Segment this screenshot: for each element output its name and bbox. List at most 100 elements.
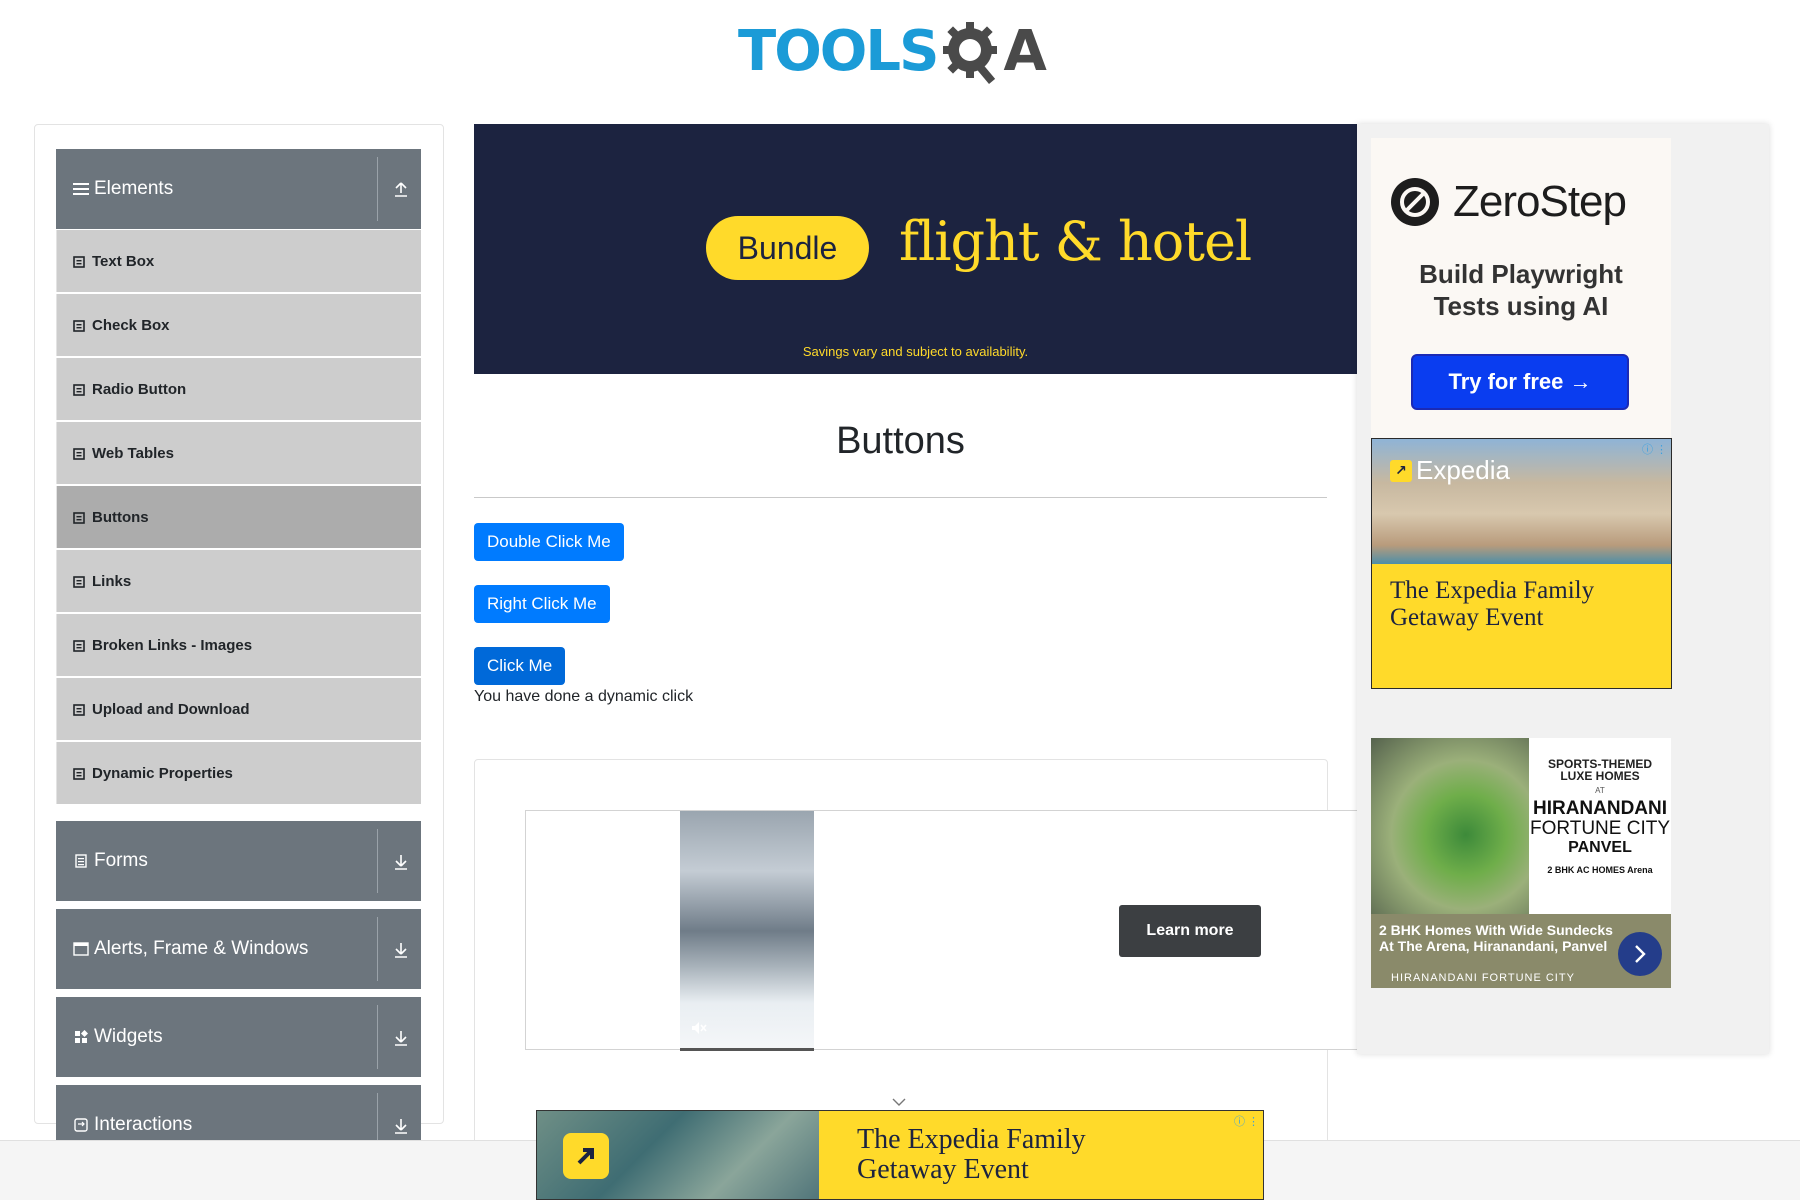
menu-item-icon [73, 575, 85, 588]
left-panel: Elements Text Box Check Box Radio Button… [34, 124, 444, 1165]
group-header-alerts[interactable]: Alerts, Frame & Windows [56, 909, 421, 989]
menu-item-icon [73, 511, 85, 524]
expedia-logo-icon: ↗ [1390, 459, 1412, 482]
zerostep-logo: ZeroStep [1389, 176, 1627, 228]
menu-item-label: Text Box [92, 252, 155, 270]
menu-item-label: Dynamic Properties [92, 764, 233, 782]
menu-item-label: Broken Links - Images [92, 636, 253, 654]
menu-item-label: Check Box [92, 316, 170, 334]
menu-item-label: Buttons [92, 508, 149, 526]
collapse-arrow-icon[interactable] [391, 179, 411, 199]
group-header-elements[interactable]: Elements [56, 149, 421, 229]
dynamic-click-message: You have done a dynamic click [474, 688, 694, 705]
menu-item-check-box[interactable]: Check Box [56, 294, 421, 356]
menu-item-icon [73, 319, 85, 332]
bottom-ad-headline: The Expedia Family Getaway Event [857, 1125, 1086, 1185]
form-icon [72, 854, 90, 868]
hiranandani-sports-2: LUXE HOMES [1560, 769, 1640, 783]
mute-icon[interactable] [690, 1019, 708, 1037]
group-header-forms[interactable]: Forms [56, 821, 421, 901]
expand-arrow-icon[interactable] [391, 1115, 411, 1135]
video-ad[interactable]: Learn more [525, 810, 1362, 1051]
site-header: TOOLS A [0, 0, 1800, 100]
interactions-icon [72, 1118, 90, 1132]
next-arrow-button[interactable] [1618, 932, 1662, 976]
group-elements: Elements Text Box Check Box Radio Button… [56, 149, 421, 806]
hiranandani-at: AT [1595, 786, 1605, 795]
expedia-logo-icon [563, 1133, 609, 1179]
bottom-ad-line-2: Getaway Event [857, 1154, 1029, 1185]
group-forms: Forms [56, 821, 421, 901]
hiranandani-side-panel: SPORTS-THEMED LUXE HOMES AT HIRANANDANI … [1529, 738, 1671, 914]
menu-item-upload-download[interactable]: Upload and Download [56, 678, 421, 740]
banner-ad[interactable]: Bundle flight & hotel Savings vary and s… [474, 124, 1357, 374]
zerostep-tagline-1: Build Playwright [1419, 259, 1623, 289]
menu-item-web-tables[interactable]: Web Tables [56, 422, 421, 484]
toolsqa-logo[interactable]: TOOLS A [738, 12, 1047, 92]
group-alerts: Alerts, Frame & Windows [56, 909, 421, 989]
double-click-button[interactable]: Double Click Me [474, 523, 624, 561]
chevron-down-icon[interactable] [892, 1097, 906, 1107]
menu-item-text-box[interactable]: Text Box [56, 230, 421, 292]
group-header-widgets[interactable]: Widgets [56, 997, 421, 1077]
menu-item-radio-button[interactable]: Radio Button [56, 358, 421, 420]
zerostep-tagline: Build Playwright Tests using AI [1371, 258, 1671, 322]
learn-more-button[interactable]: Learn more [1119, 905, 1261, 957]
menu-item-label: Links [92, 572, 132, 590]
dynamic-click-button[interactable]: Click Me [474, 647, 566, 685]
group-title: Alerts, Frame & Windows [94, 938, 309, 959]
expedia-brand: ↗ Expedia [1390, 455, 1510, 486]
zerostep-logo-icon [1391, 178, 1439, 226]
hiranandani-bhk-text: 2 BHK AC HOMES [1547, 865, 1625, 875]
hiranandani-city: FORTUNE CITY [1529, 818, 1671, 839]
menu-item-links[interactable]: Links [56, 550, 421, 612]
zerostep-ad[interactable]: ZeroStep Build Playwright Tests using AI… [1371, 138, 1671, 438]
title-divider [474, 497, 1327, 498]
bottom-ad-photo [537, 1111, 819, 1199]
hiranandani-photo [1371, 738, 1529, 914]
group-title: Elements [94, 178, 174, 199]
bottom-ad-line-1: The Expedia Family [857, 1124, 1086, 1155]
expand-arrow-icon[interactable] [391, 939, 411, 959]
hiranandani-ad[interactable]: SPORTS-THEMED LUXE HOMES AT HIRANANDANI … [1371, 738, 1671, 988]
expedia-line-1: The Expedia Family [1390, 577, 1595, 604]
menu-item-label: Web Tables [92, 444, 174, 462]
expedia-ad[interactable]: ↗ Expedia ⓘ ⋮ The Expedia Family Getaway… [1371, 438, 1672, 689]
menu-item-buttons[interactable]: Buttons [56, 486, 421, 548]
hiranandani-brand: HIRANANDANI [1532, 798, 1668, 819]
expand-arrow-icon[interactable] [391, 851, 411, 871]
hiranandani-arena: Arena [1627, 865, 1653, 875]
video-thumbnail[interactable] [680, 811, 814, 1051]
zerostep-name: ZeroStep [1453, 177, 1627, 226]
bottom-expedia-ad[interactable]: The Expedia Family Getaway Event ⓘ ⋮ [536, 1110, 1264, 1200]
logo-tools-text: TOOLS [738, 19, 939, 84]
window-icon [72, 942, 90, 956]
menu-item-broken-links[interactable]: Broken Links - Images [56, 614, 421, 676]
hiranandani-panvel: PANVEL [1568, 839, 1632, 856]
right-click-button[interactable]: Right Click Me [474, 585, 610, 623]
menu-item-icon [73, 767, 85, 780]
banner-note: Savings vary and subject to availability… [802, 344, 1029, 359]
hiranandani-bottom: 2 BHK Homes With Wide Sundecks At The Ar… [1371, 914, 1671, 988]
group-title: Forms [94, 850, 148, 871]
hiranandani-bhk: 2 BHK AC HOMES Arena [1529, 865, 1671, 875]
divider [377, 917, 378, 981]
adchoices-icon[interactable]: ⓘ ⋮ [1642, 441, 1667, 457]
try-for-free-button[interactable]: Try for free → [1411, 354, 1629, 410]
expedia-brand-text: Expedia [1416, 455, 1510, 485]
menu-item-icon [73, 639, 85, 652]
elements-menu: Text Box Check Box Radio Button Web Tabl… [56, 230, 421, 804]
menu-item-label: Radio Button [92, 380, 187, 398]
banner-title: flight & hotel [899, 210, 1252, 273]
logo-a-text: A [1003, 19, 1046, 84]
divider [377, 157, 378, 221]
adchoices-icon[interactable]: ⓘ ⋮ [1234, 1113, 1259, 1129]
divider [377, 1005, 378, 1069]
expand-arrow-icon[interactable] [391, 1027, 411, 1047]
menu-item-dynamic-properties[interactable]: Dynamic Properties [56, 742, 421, 804]
expedia-headline: The Expedia Family Getaway Event [1390, 577, 1594, 631]
video-progress-bar[interactable] [680, 1048, 814, 1051]
widgets-icon [72, 1030, 90, 1044]
menu-item-label: Upload and Download [92, 700, 250, 718]
menu-item-icon [73, 703, 85, 716]
